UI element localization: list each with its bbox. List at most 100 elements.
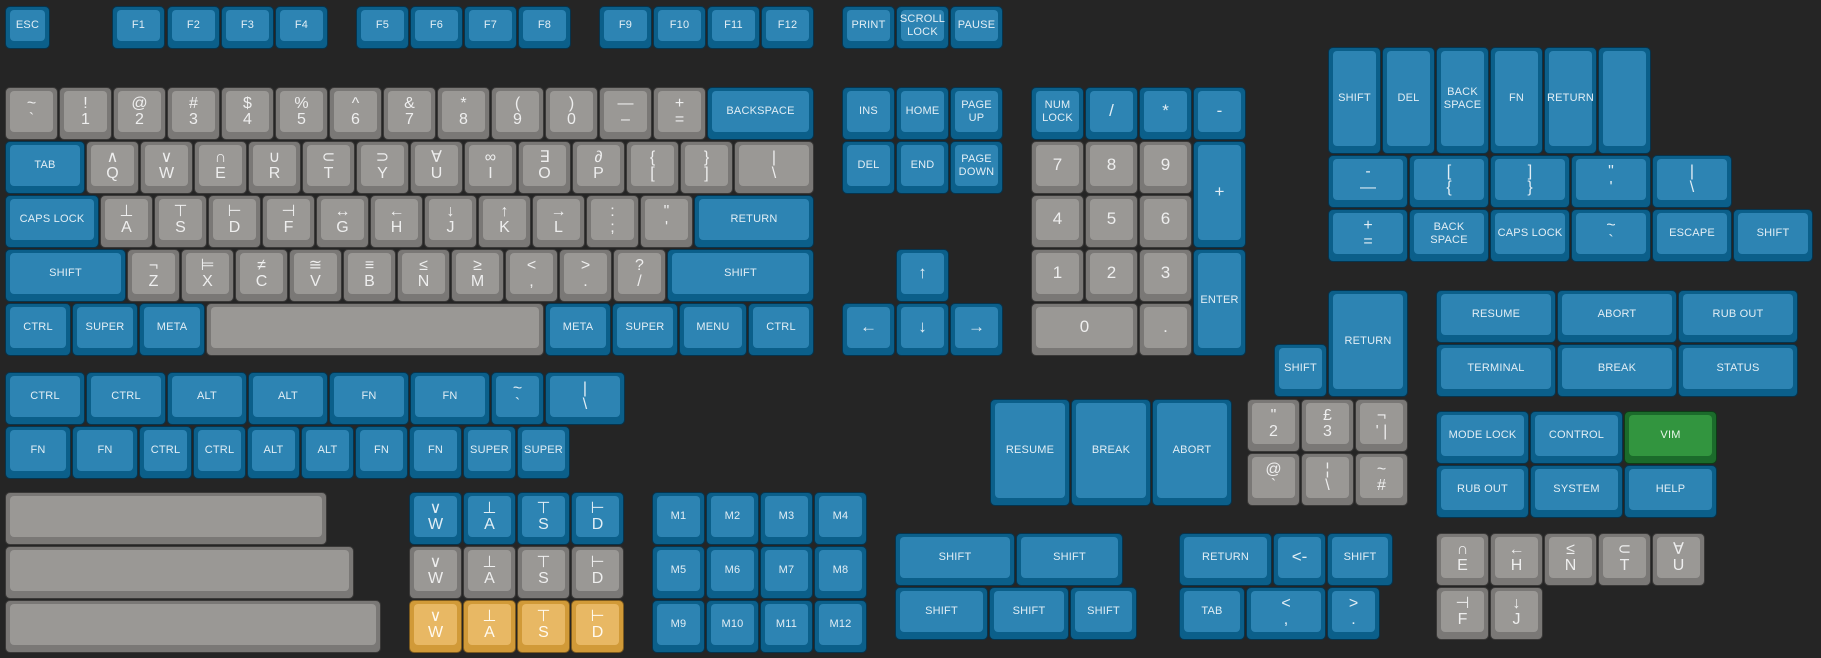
key-a[interactable]: ⊥ A (463, 546, 516, 599)
key-k[interactable]: ↑ K (478, 195, 531, 248)
key-shift[interactable]: SHIFT (667, 249, 814, 302)
key-scroll-lock[interactable]: SCROLL LOCK (896, 6, 949, 49)
key-escape[interactable]: ESCAPE (1652, 209, 1732, 262)
key-page-up[interactable]: PAGE UP (950, 87, 1003, 140)
key-rub-out[interactable]: RUB OUT (1678, 290, 1798, 343)
key-h[interactable]: ← H (1490, 533, 1543, 586)
key-pause[interactable]: PAUSE (950, 6, 1003, 49)
key-blank[interactable]: :; (586, 195, 639, 248)
key-caps-lock[interactable]: CAPS LOCK (1490, 209, 1570, 262)
key-f3[interactable]: F3 (221, 6, 274, 49)
key-v[interactable]: ≅ V (289, 249, 342, 302)
key-6[interactable]: 6 (1139, 195, 1192, 248)
key-del[interactable]: DEL (1382, 47, 1435, 154)
key-return[interactable]: RETURN (694, 195, 814, 248)
key-status[interactable]: STATUS (1678, 344, 1798, 397)
key-a[interactable]: ⊥ A (100, 195, 153, 248)
key-f11[interactable]: F11 (707, 6, 760, 49)
key-rub-out[interactable]: RUB OUT (1436, 465, 1529, 518)
key-f1[interactable]: F1 (112, 6, 165, 49)
key-m7[interactable]: M7 (760, 546, 813, 599)
key-f6[interactable]: F6 (410, 6, 463, 49)
key-blank[interactable] (5, 600, 381, 653)
key-blank[interactable]: . (1139, 303, 1192, 356)
key-blank[interactable] (1598, 47, 1651, 154)
key-blank[interactable]: ~ ` (1571, 209, 1651, 262)
key-7[interactable]: 7 (1031, 141, 1084, 194)
key-alt[interactable]: ALT (301, 426, 354, 479)
key-blank[interactable]: ↑ (896, 249, 949, 302)
key-home[interactable]: HOME (896, 87, 949, 140)
key-fn[interactable]: FN (409, 426, 462, 479)
key-d[interactable]: ⊢ D (571, 546, 624, 599)
key-page-down[interactable]: PAGE DOWN (950, 141, 1003, 194)
key-w[interactable]: ∨ W (409, 600, 462, 653)
key-blank[interactable]: + (1193, 141, 1246, 248)
key-d[interactable]: ⊢ D (571, 600, 624, 653)
key-blank[interactable]: ~ # (1355, 453, 1408, 506)
key-tab[interactable]: TAB (1179, 587, 1245, 640)
key-blank[interactable] (5, 492, 327, 545)
key-fn[interactable]: FN (5, 426, 71, 479)
key-m11[interactable]: M11 (760, 600, 813, 653)
key-t[interactable]: ⊂ T (302, 141, 355, 194)
key-9[interactable]: (9 (491, 87, 544, 140)
key-w[interactable]: ∨ W (140, 141, 193, 194)
key-esc[interactable]: ESC (5, 6, 50, 49)
key-h[interactable]: ← H (370, 195, 423, 248)
key-blank[interactable]: ¦ \ (1301, 453, 1354, 506)
key-u[interactable]: ∀ U (1652, 533, 1705, 586)
key-alt[interactable]: ALT (167, 372, 247, 425)
key-n[interactable]: ≤ N (1544, 533, 1597, 586)
key-blank[interactable]: | \ (1652, 155, 1732, 208)
key-blank[interactable]: | \ (545, 372, 625, 425)
key-ctrl[interactable]: CTRL (193, 426, 246, 479)
key-blank[interactable]: ~ ` (491, 372, 544, 425)
key-end[interactable]: END (896, 141, 949, 194)
key-3[interactable]: #3 (167, 87, 220, 140)
key-j[interactable]: ↓ J (424, 195, 477, 248)
key-vim[interactable]: VIM (1624, 411, 1717, 464)
key-5[interactable]: % 5 (275, 87, 328, 140)
key-super[interactable]: SUPER (612, 303, 678, 356)
key-blank[interactable]: " ' (640, 195, 693, 248)
key-resume[interactable]: RESUME (990, 399, 1070, 506)
key-f2[interactable]: F2 (167, 6, 220, 49)
key-blank[interactable]: * (1139, 87, 1192, 140)
key-m8[interactable]: M8 (814, 546, 867, 599)
key-blank[interactable]: - (1193, 87, 1246, 140)
key-shift[interactable]: SHIFT (5, 249, 126, 302)
key-ctrl[interactable]: CTRL (139, 426, 192, 479)
key-m2[interactable]: M2 (706, 492, 759, 545)
key-return[interactable]: RETURN (1328, 290, 1408, 397)
key-shift[interactable]: SHIFT (1327, 533, 1393, 586)
key-help[interactable]: HELP (1624, 465, 1717, 518)
key-enter[interactable]: ENTER (1193, 249, 1246, 356)
key-break[interactable]: BREAK (1071, 399, 1151, 506)
key-shift[interactable]: SHIFT (1274, 344, 1327, 397)
key-meta[interactable]: META (139, 303, 205, 356)
key-blank[interactable]: }] (680, 141, 733, 194)
key-m3[interactable]: M3 (760, 492, 813, 545)
key-f9[interactable]: F9 (599, 6, 652, 49)
key-del[interactable]: DEL (842, 141, 895, 194)
key-0[interactable]: 0 (1031, 303, 1138, 356)
key-m[interactable]: ≥ M (451, 249, 504, 302)
key-blank[interactable]: >. (1327, 587, 1380, 640)
key-x[interactable]: ⊨ X (181, 249, 234, 302)
key-blank[interactable]: ]} (1490, 155, 1570, 208)
key-b[interactable]: ≡ B (343, 249, 396, 302)
key-4[interactable]: $4 (221, 87, 274, 140)
key-6[interactable]: ^ 6 (329, 87, 382, 140)
key-y[interactable]: ⊃ Y (356, 141, 409, 194)
key-3[interactable]: £3 (1301, 399, 1354, 452)
key-blank[interactable]: + = (653, 87, 706, 140)
key-blank[interactable]: @ ` (1247, 453, 1300, 506)
key-1[interactable]: 1 (1031, 249, 1084, 302)
key-f10[interactable]: F10 (653, 6, 706, 49)
key-m12[interactable]: M12 (814, 600, 867, 653)
key-alt[interactable]: ALT (247, 426, 300, 479)
key-a[interactable]: ⊥ A (463, 600, 516, 653)
key-blank[interactable]: ~ ` (5, 87, 58, 140)
key-q[interactable]: ∧ Q (86, 141, 139, 194)
